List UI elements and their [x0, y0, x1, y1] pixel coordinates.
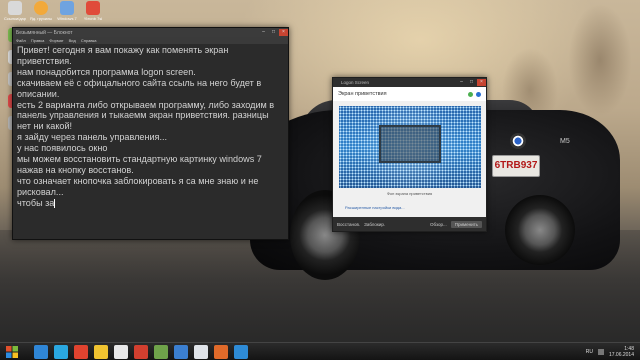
lock-button[interactable]: Заблокир.: [364, 222, 385, 227]
taskbar-app-icon[interactable]: [54, 344, 68, 359]
clock-date: 17.06.2014: [608, 351, 634, 358]
browse-button[interactable]: Обзор...: [430, 222, 447, 227]
car-rear-wheel: [505, 195, 575, 265]
restore-button[interactable]: Восстанов.: [337, 222, 360, 227]
text-line: есть 2 варианта либо открываем программу…: [17, 99, 277, 132]
language-indicator[interactable]: RU: [586, 349, 593, 355]
windows-icon: [60, 1, 74, 15]
taskbar-app-icon[interactable]: [214, 344, 228, 359]
notepad-menubar: Файл Правка Формат Вид Справка: [13, 37, 288, 44]
desktop-icon-label: Яд. грузилы: [29, 16, 53, 21]
taskbar-app-icon[interactable]: [74, 344, 88, 359]
car-license-plate: 6TRB937: [492, 155, 540, 177]
taskbar-apps: [34, 344, 248, 359]
car-model-badge: M5: [560, 138, 570, 145]
notepad-titlebar[interactable]: Безымянный — Блокнот – □ ×: [13, 28, 288, 37]
logon-background-preview: [339, 106, 481, 188]
taskbar-app-icon[interactable]: [94, 344, 108, 359]
taskbar-app-icon[interactable]: [114, 344, 128, 359]
text-line: чтобы за: [17, 197, 55, 208]
desktop-icon-label: Windows 7: [57, 16, 77, 21]
menu-edit[interactable]: Правка: [31, 37, 45, 44]
logon-header: Экран приветствия: [333, 87, 486, 101]
menu-help[interactable]: Справка: [81, 37, 97, 44]
preview-login-panel: [379, 125, 441, 163]
notepad-title: Безымянный — Блокнот: [16, 29, 73, 36]
system-tray: RU 1:48 17.06.2014: [586, 346, 640, 358]
taskbar-app-icon[interactable]: [234, 344, 248, 359]
minimize-icon[interactable]: –: [259, 29, 268, 36]
info-icon[interactable]: [476, 91, 481, 97]
text-line: Привет! сегодня я вам покажу как поменят…: [17, 45, 231, 66]
desktop-icon[interactable]: Ylecnb 7sl: [80, 1, 106, 21]
text-caret: [54, 198, 56, 208]
desktop-icon-label: Ylecnb 7sl: [83, 16, 103, 21]
desktop-icon[interactable]: Ссылки/дар: [2, 1, 28, 21]
logon-heading: Экран приветствия: [338, 91, 387, 97]
menu-view[interactable]: Вид: [69, 37, 76, 44]
text-line: у нас появилось окно: [17, 143, 108, 154]
taskbar-app-icon[interactable]: [174, 344, 188, 359]
desktop-icon[interactable]: Яд. грузилы: [28, 1, 54, 21]
start-button[interactable]: [4, 344, 20, 360]
preview-caption: Фон экрана приветствия: [386, 191, 433, 196]
desktop-icon-label: Ссылки/дар: [4, 16, 26, 21]
car-logo-icon: [510, 133, 526, 149]
maximize-icon[interactable]: □: [269, 29, 278, 36]
taskbar-app-icon[interactable]: [154, 344, 168, 359]
shortcut-icon: [8, 1, 22, 15]
menu-format[interactable]: Формат: [49, 37, 63, 44]
window-controls: – □ ×: [457, 79, 486, 86]
minimize-icon[interactable]: –: [457, 79, 466, 86]
desktop-icon[interactable]: Windows 7: [54, 1, 80, 21]
notepad-text-area[interactable]: Привет! сегодня я вам покажу как поменят…: [13, 44, 288, 239]
logon-titlebar[interactable]: Logon Screen – □ ×: [333, 78, 486, 87]
text-line: скачиваем её с офицального сайта ссыль н…: [17, 77, 264, 99]
advanced-settings-link[interactable]: Расширенные настройки вида...: [345, 205, 405, 210]
refresh-icon[interactable]: [468, 91, 473, 97]
close-icon[interactable]: ×: [279, 29, 288, 36]
tray-icon[interactable]: [597, 348, 604, 355]
windows-logo-icon: [6, 345, 18, 358]
text-line: я зайду через панель управления...: [17, 132, 168, 143]
apply-button[interactable]: Применить: [450, 220, 482, 228]
logon-screen-window: Logon Screen – □ × Экран приветствия Фон…: [332, 77, 487, 232]
taskbar-app-icon[interactable]: [134, 344, 148, 359]
notepad-window: Безымянный — Блокнот – □ × Файл Правка Ф…: [12, 27, 289, 240]
text-line: нам понадобится программа logon screen.: [17, 66, 196, 77]
window-controls: – □ ×: [259, 29, 288, 36]
text-line: что означает кнопочка заблокировать я са…: [17, 175, 261, 197]
close-icon[interactable]: ×: [477, 79, 486, 86]
app-icon: [86, 1, 100, 15]
maximize-icon[interactable]: □: [467, 79, 476, 86]
clock[interactable]: 1:48 17.06.2014: [609, 346, 634, 358]
taskbar-app-icon[interactable]: [194, 344, 208, 359]
logon-title: Logon Screen: [341, 80, 370, 85]
text-line-last: чтобы за: [17, 198, 284, 209]
folder-icon: [34, 1, 48, 15]
menu-file[interactable]: Файл: [16, 37, 26, 44]
taskbar-app-icon[interactable]: [34, 344, 48, 359]
taskbar: RU 1:48 17.06.2014: [0, 342, 640, 360]
logon-footer: Восстанов. Заблокир. Обзор... Применить: [333, 217, 486, 231]
text-line: мы можем восстановить стандартную картин…: [17, 154, 265, 175]
